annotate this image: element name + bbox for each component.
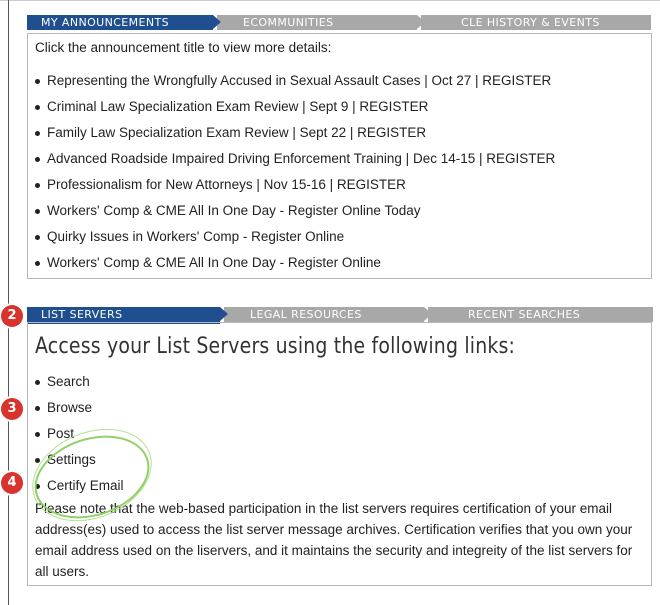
announcements-list: Representing the Wrongfully Accused in S… bbox=[35, 68, 555, 276]
resources-tabbar: LIST SERVERS LEGAL RESOURCES RECENT SEAR… bbox=[27, 307, 653, 324]
tab-legal-resources[interactable]: LEGAL RESOURCES bbox=[224, 307, 432, 322]
tab-my-announcements[interactable]: MY ANNOUNCEMENTS bbox=[27, 15, 221, 30]
certification-note: Please note that the web-based participa… bbox=[35, 501, 633, 579]
left-rule bbox=[8, 0, 9, 605]
top-border bbox=[0, 0, 660, 1]
announcements-tabbar: MY ANNOUNCEMENTS ECOMMUNITIES CLE HISTOR… bbox=[27, 15, 651, 30]
announcements-intro: Click the announcement title to view mor… bbox=[35, 40, 332, 55]
tab-label: ECOMMUNITIES bbox=[243, 16, 334, 29]
step-marker-3: 3 bbox=[1, 398, 23, 420]
announcement-item[interactable]: Workers' Comp & CME All In One Day - Reg… bbox=[35, 250, 555, 276]
announcement-item[interactable]: Quirky Issues in Workers' Comp - Registe… bbox=[35, 224, 555, 250]
step-marker-4: 4 bbox=[1, 472, 23, 494]
announcement-item[interactable]: Professionalism for New Attorneys | Nov … bbox=[35, 172, 555, 198]
announcement-item[interactable]: Workers' Comp & CME All In One Day - Reg… bbox=[35, 198, 555, 224]
list-server-link-browse[interactable]: Browse bbox=[35, 395, 124, 421]
announcement-item[interactable]: Advanced Roadside Impaired Driving Enfor… bbox=[35, 146, 555, 172]
tab-ecommunities[interactable]: ECOMMUNITIES bbox=[213, 15, 425, 30]
tab-recent-searches[interactable]: RECENT SEARCHES bbox=[428, 307, 653, 322]
announcement-item[interactable]: Family Law Specialization Exam Review | … bbox=[35, 120, 555, 146]
list-servers-heading: Access your List Servers using the follo… bbox=[35, 334, 516, 359]
list-server-link-search[interactable]: Search bbox=[35, 369, 124, 395]
tab-label: LEGAL RESOURCES bbox=[250, 308, 362, 321]
announcement-item[interactable]: Representing the Wrongfully Accused in S… bbox=[35, 68, 555, 94]
tab-label: LIST SERVERS bbox=[41, 308, 123, 321]
tab-cle-history-events[interactable]: CLE HISTORY & EVENTS bbox=[421, 15, 651, 30]
tab-list-servers[interactable]: LIST SERVERS bbox=[27, 307, 228, 324]
tab-label: CLE HISTORY & EVENTS bbox=[461, 16, 600, 29]
step-marker-2: 2 bbox=[1, 305, 23, 327]
tab-label: RECENT SEARCHES bbox=[468, 308, 581, 321]
announcement-item[interactable]: Criminal Law Specialization Exam Review … bbox=[35, 94, 555, 120]
tab-label: MY ANNOUNCEMENTS bbox=[41, 16, 170, 29]
